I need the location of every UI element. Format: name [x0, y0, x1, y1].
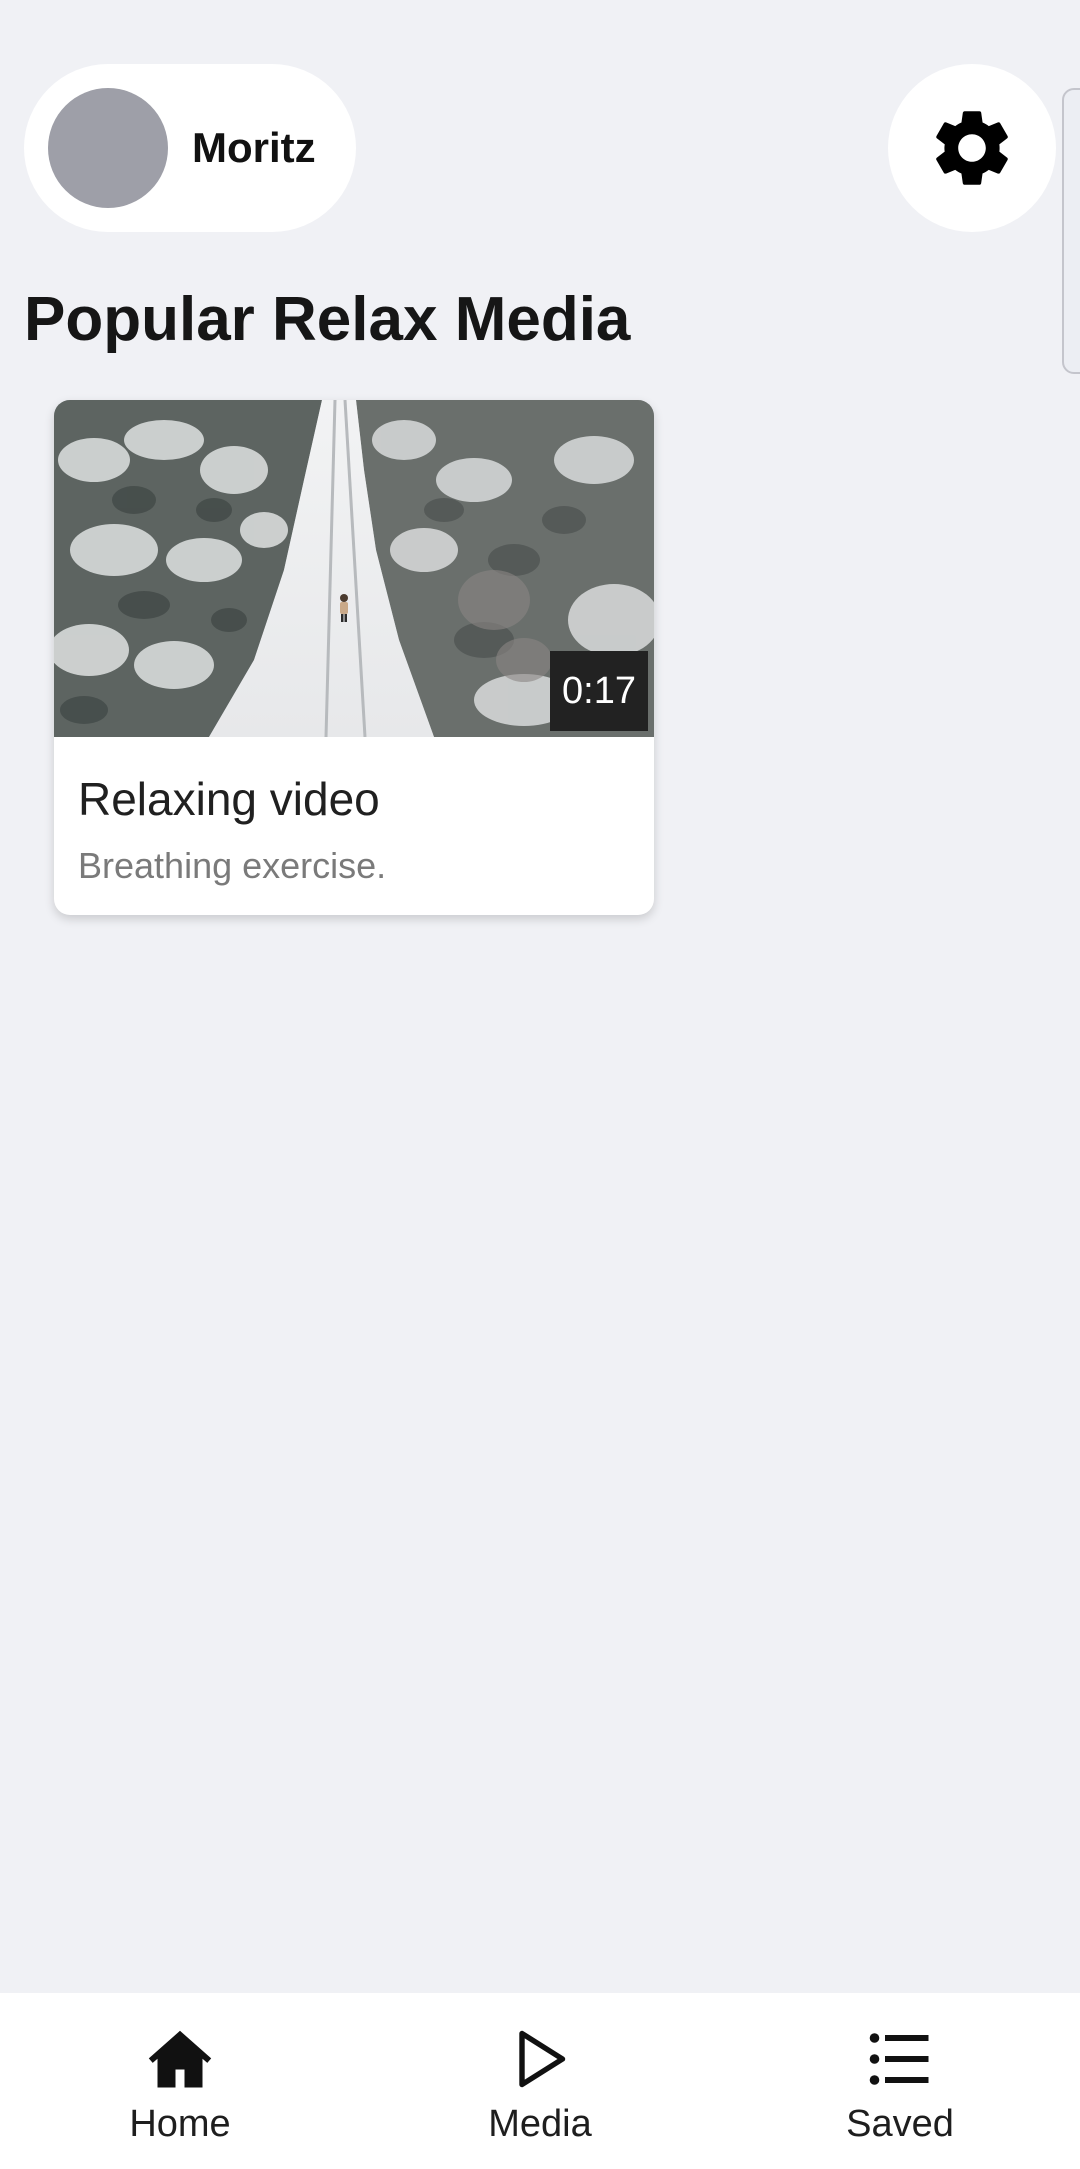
duration-badge: 0:17: [550, 651, 648, 731]
profile-chip[interactable]: Moritz: [24, 64, 356, 232]
home-icon: [148, 2030, 212, 2088]
bottom-nav: Home Media Saved: [0, 1993, 1080, 2169]
play-icon: [519, 2030, 566, 2088]
nav-label-saved: Saved: [846, 2103, 954, 2145]
card-subtitle: Breathing exercise.: [78, 845, 387, 886]
gear-icon: [936, 111, 1008, 185]
nav-item-media[interactable]: Media: [420, 2023, 660, 2153]
nav-item-saved[interactable]: Saved: [780, 2023, 1020, 2153]
avatar: [48, 88, 168, 208]
section-title: Popular Relax Media: [24, 285, 631, 354]
scroll-handle[interactable]: [1062, 88, 1080, 374]
media-card[interactable]: 0:17 Relaxing video Breathing exercise.: [54, 400, 654, 915]
user-name: Moritz: [192, 124, 316, 171]
list-icon: [869, 2033, 929, 2085]
settings-button[interactable]: [888, 64, 1056, 232]
card-title: Relaxing video: [78, 773, 380, 825]
video-thumbnail[interactable]: 0:17: [54, 400, 654, 737]
nav-label-home: Home: [129, 2103, 231, 2145]
nav-label-media: Media: [488, 2103, 592, 2145]
nav-item-home[interactable]: Home: [60, 2023, 300, 2153]
